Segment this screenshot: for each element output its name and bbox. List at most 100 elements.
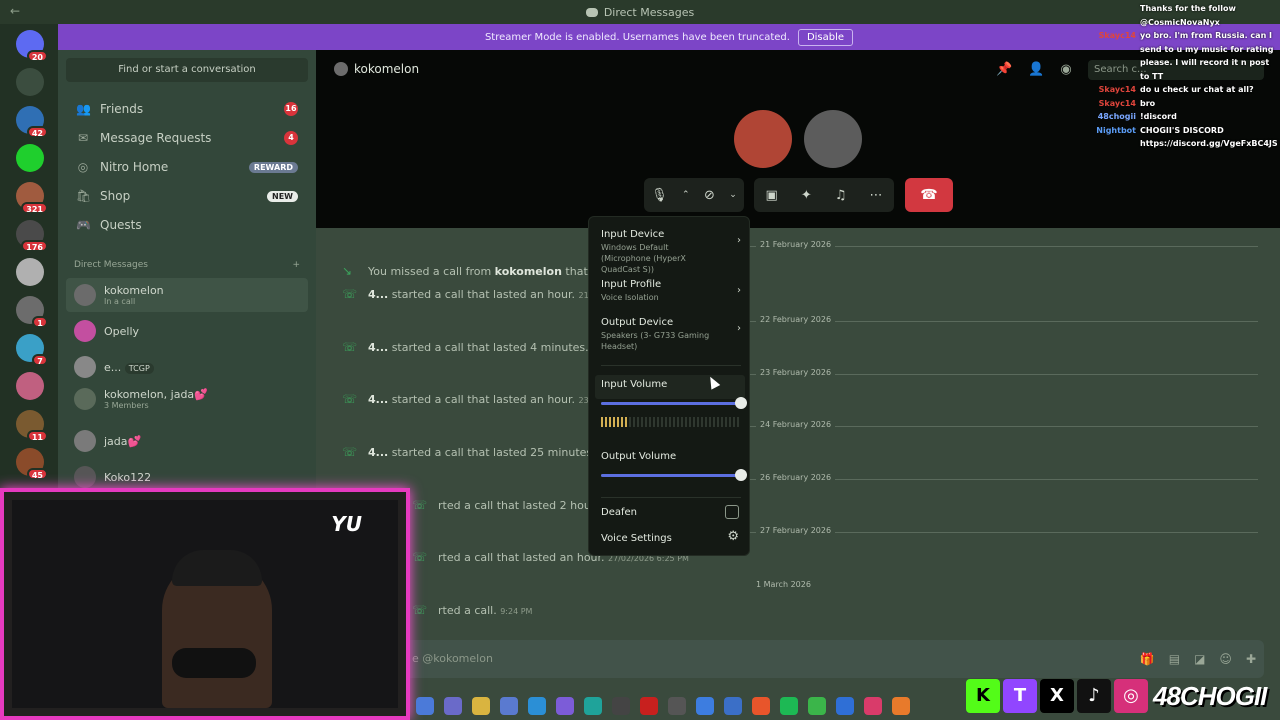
profile-icon[interactable]: ◉ xyxy=(1060,62,1071,77)
taskbar-app-icon[interactable] xyxy=(668,697,686,715)
activities-icon[interactable]: ✦ xyxy=(801,188,812,203)
tiktok-taskbar-icon[interactable] xyxy=(864,697,882,715)
server-icon[interactable] xyxy=(16,372,44,400)
taskbar-app-icon[interactable] xyxy=(808,697,826,715)
output-volume-slider[interactable] xyxy=(601,469,747,481)
end-call-button[interactable]: ☎ xyxy=(905,178,953,212)
message-input[interactable]: e @kokomelon 🎁 ▤ ◪ ☺ ✚ xyxy=(332,640,1264,678)
chevron-up-icon[interactable]: ⌃ xyxy=(682,190,690,200)
sidebar-item-nitro-home[interactable]: ◎ Nitro Home REWARD xyxy=(66,154,308,180)
call-avatar-self[interactable] xyxy=(734,110,792,168)
server-icon[interactable] xyxy=(16,258,44,286)
unread-badge: 4 xyxy=(284,131,298,145)
sidebar-item-message-requests[interactable]: ✉ Message Requests 4 xyxy=(66,125,308,151)
camera-off-icon[interactable]: ⊘ xyxy=(704,188,715,203)
apps-icon[interactable]: ✚ xyxy=(1246,640,1256,678)
sidebar-item-friends[interactable]: 👥 Friends 16 xyxy=(66,96,308,122)
phone-icon: ☏ xyxy=(342,445,358,459)
dm-item[interactable]: Opelly xyxy=(66,314,308,348)
dm-item[interactable]: jada💕 xyxy=(66,424,308,458)
gift-icon[interactable]: 🎁 xyxy=(1140,640,1155,678)
dm-item[interactable]: e... TCGP xyxy=(66,350,308,384)
output-device-label: Output Device xyxy=(601,317,674,328)
server-icon[interactable]: 11 xyxy=(16,410,48,442)
spotify-icon[interactable] xyxy=(780,697,798,715)
brave-icon[interactable] xyxy=(752,697,770,715)
dm-name: Koko122 xyxy=(104,470,152,484)
add-friends-icon[interactable]: 👤 xyxy=(1028,62,1044,77)
taskbar-app-icon[interactable] xyxy=(444,697,462,715)
back-arrow-icon[interactable]: ← xyxy=(10,4,20,18)
input-device-item[interactable]: Input Device Windows Default (Microphone… xyxy=(601,229,741,275)
chevron-down-icon[interactable]: ⌄ xyxy=(729,190,737,200)
x-icon: X xyxy=(1040,679,1074,713)
dm-subtitle: In a call xyxy=(104,297,136,306)
edge-icon[interactable] xyxy=(528,697,546,715)
chevron-right-icon: › xyxy=(737,235,741,246)
server-icon[interactable] xyxy=(16,68,44,96)
netflix-icon[interactable] xyxy=(640,697,658,715)
call-avatar-kokomelon[interactable] xyxy=(804,110,862,168)
composer-tools: 🎁 ▤ ◪ ☺ ✚ xyxy=(1140,640,1256,678)
meter-bar xyxy=(617,417,619,427)
date-divider: 27 February 2026 xyxy=(748,526,1258,535)
server-icon[interactable]: 1 xyxy=(16,296,48,328)
nav-icon: ◎ xyxy=(77,160,89,174)
dm-item[interactable]: kokomelon In a call xyxy=(66,278,308,312)
input-volume-fill xyxy=(601,402,741,405)
voice-settings-item[interactable]: Voice Settings xyxy=(601,533,741,544)
server-icon[interactable]: 321 xyxy=(16,182,48,214)
taskbar-app-icon[interactable] xyxy=(416,697,434,715)
deafen-item[interactable]: Deafen xyxy=(601,507,741,518)
stream-chat-message: Nightbot CHOGII'S DISCORD https://discord… xyxy=(1096,124,1280,151)
gif-icon[interactable]: ▤ xyxy=(1169,640,1180,678)
sidebar-item-shop[interactable]: 🛍 Shop NEW xyxy=(66,183,308,209)
server-icon[interactable] xyxy=(16,144,44,172)
chat-text: CHOGII'S DISCORD https://discord.gg/VgeF… xyxy=(1140,125,1278,149)
input-profile-item[interactable]: Input Profile Voice Isolation › xyxy=(601,279,741,303)
input-volume-slider[interactable] xyxy=(601,397,747,409)
microphone-icon[interactable]: 🎙 xyxy=(651,188,668,203)
avatar xyxy=(74,320,96,342)
sidebar-item-quests[interactable]: 🎮 Quests xyxy=(66,212,308,238)
gear-icon[interactable]: ⚙ xyxy=(727,529,739,544)
find-conversation-input[interactable]: Find or start a conversation xyxy=(66,58,308,82)
chrome-icon[interactable] xyxy=(696,697,714,715)
server-icon[interactable]: 45 xyxy=(16,448,48,480)
server-icon[interactable]: 42 xyxy=(16,106,48,138)
chat-text: do u check ur chat at all? xyxy=(1140,85,1254,94)
meter-bar xyxy=(709,417,711,427)
disable-button[interactable]: Disable xyxy=(797,28,854,46)
sticker-icon[interactable]: ◪ xyxy=(1194,640,1205,678)
emoji-icon[interactable]: ☺ xyxy=(1219,640,1232,678)
server-icon[interactable]: 7 xyxy=(16,334,48,366)
firefox-icon[interactable] xyxy=(892,697,910,715)
input-volume-handle[interactable] xyxy=(735,397,747,409)
create-dm-icon[interactable]: + xyxy=(292,260,300,270)
server-icon[interactable]: 20 xyxy=(16,30,48,62)
chat-text: yo bro. I'm from Russia. can I send to u… xyxy=(1140,31,1274,81)
taskbar-app-icon[interactable] xyxy=(612,697,630,715)
output-volume-handle[interactable] xyxy=(735,469,747,481)
discord-taskbar-icon[interactable] xyxy=(556,697,574,715)
meter-bar xyxy=(633,417,635,427)
screen-share-icon[interactable]: ▣ xyxy=(766,188,778,203)
dm-name: Opelly xyxy=(104,324,140,338)
taskbar-app-icon[interactable] xyxy=(724,697,742,715)
output-device-item[interactable]: Output Device Speakers (3- G733 Gaming H… xyxy=(601,317,741,352)
taskbar-app-icon[interactable] xyxy=(836,697,854,715)
message-placeholder: e @kokomelon xyxy=(412,652,493,665)
soundboard-icon[interactable]: ♫ xyxy=(835,188,847,203)
phone-icon: ☏ xyxy=(342,287,358,301)
taskbar-app-icon[interactable] xyxy=(584,697,602,715)
folder-icon[interactable] xyxy=(472,697,490,715)
input-level-meter xyxy=(601,417,741,427)
more-icon[interactable]: ⋯ xyxy=(869,188,882,203)
taskbar-app-icon[interactable] xyxy=(500,697,518,715)
pin-icon[interactable]: 📌 xyxy=(996,62,1012,77)
nav-arrows[interactable]: ← xyxy=(10,4,20,18)
dm-item[interactable]: kokomelon, jada💕 3 Members xyxy=(66,382,308,416)
nav-icon: 🛍 xyxy=(76,189,92,203)
deafen-checkbox[interactable] xyxy=(725,505,739,519)
server-icon[interactable]: 176 xyxy=(16,220,48,252)
